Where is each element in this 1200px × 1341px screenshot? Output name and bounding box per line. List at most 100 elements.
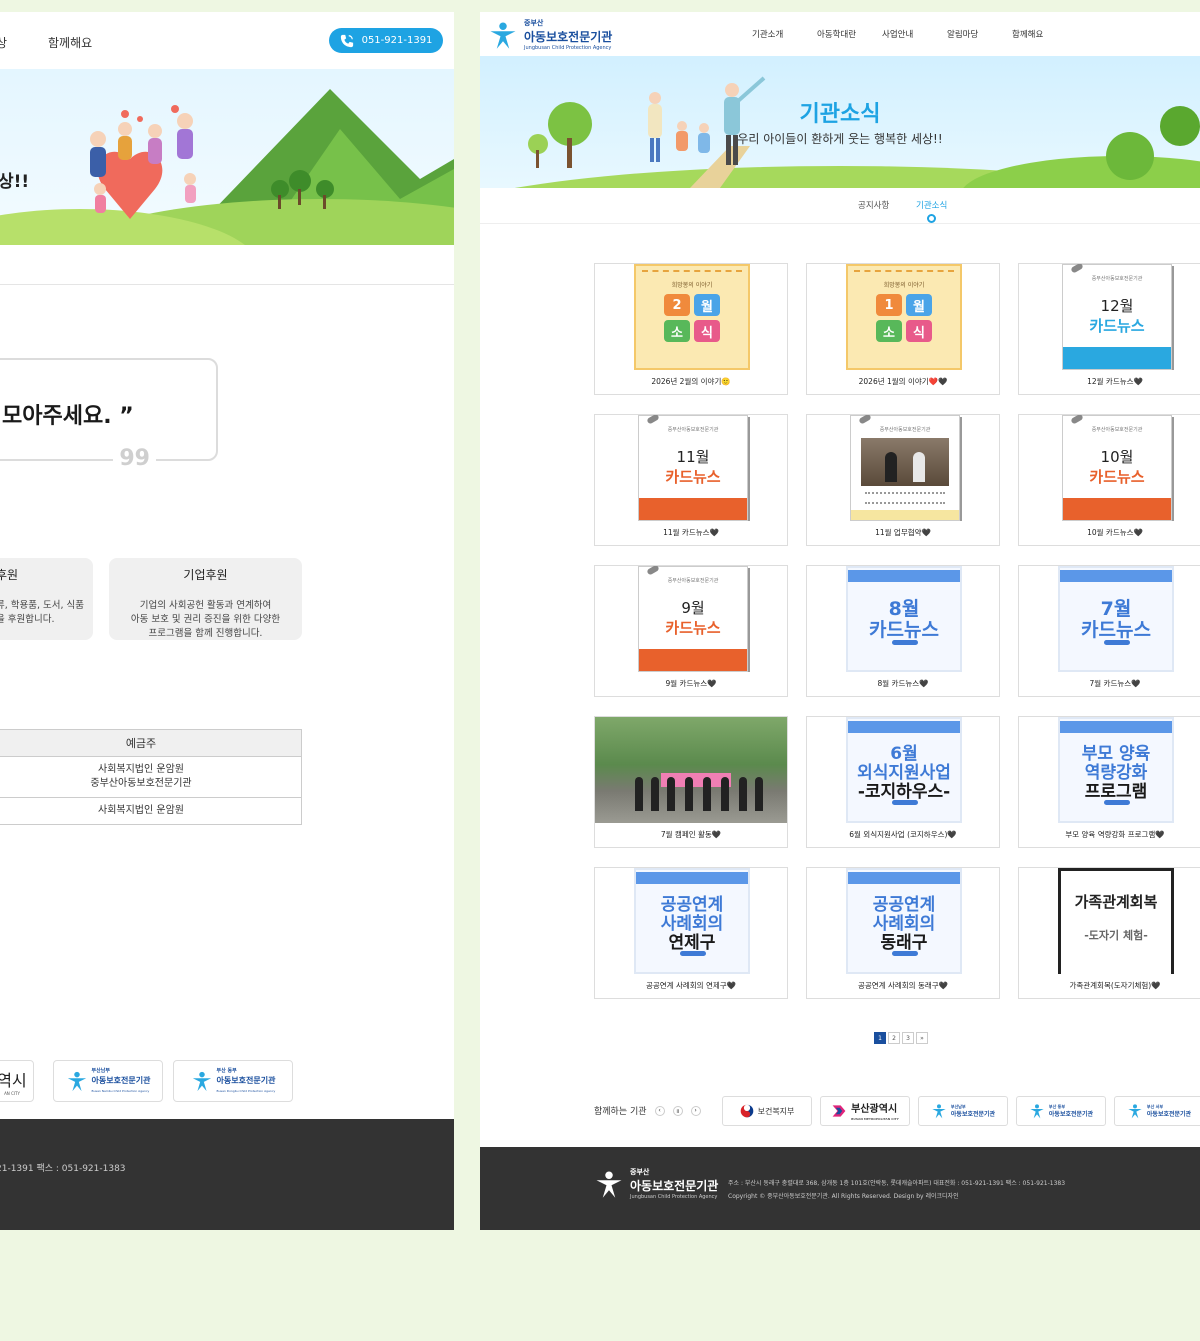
blue-card-image: 부모 양육 역량강화 프로그램 <box>1058 717 1174 823</box>
post-caption: 11월 업무협약🖤 <box>875 528 931 537</box>
left-page-preview: 상 함께해요 051-921-1391 상!! 모아주세요. ” 99 후원 류… <box>0 12 454 1230</box>
thumb-month: 11월 <box>676 448 710 466</box>
partner-main: 아동보호전문기관 <box>91 1076 151 1085</box>
thumb-topbar <box>848 570 960 582</box>
post-caption: 공공연계 사례회의 동래구🖤 <box>857 981 948 990</box>
partner-seobu[interactable]: 부산 서부 아동보호전문기관 <box>1114 1096 1200 1126</box>
post-card[interactable]: 중부산아동보호전문기관 12월 카드뉴스 12월 카드뉴스🖤 <box>1018 263 1200 395</box>
thumb-label: 카드뉴스 <box>1089 317 1145 335</box>
page-1-button[interactable]: 1 <box>874 1032 886 1044</box>
thumb-line: 가족관계회복 <box>1074 893 1158 911</box>
thumb-header: 중부산아동보호전문기관 <box>879 427 931 433</box>
next-page-button[interactable]: » <box>916 1032 928 1044</box>
thumb-tile: 월 <box>694 294 720 316</box>
site-footer: 중부산 아동보호전문기관 Jungbusan Child Protection … <box>480 1147 1200 1230</box>
card-desc: 기업의 사회공헌 활동과 연계하여 아동 보호 및 권리 증진을 위한 다양한 … <box>130 600 281 639</box>
thumb-tile: 식 <box>906 320 932 342</box>
post-thumbnail: 중부산아동보호전문기관 12월 카드뉴스 <box>1019 264 1200 370</box>
post-card[interactable]: 희망봉의 이야기 1 월 소 식 2026년 1월의 이야기❤️🖤 <box>806 263 1000 395</box>
thumb-line: -도자기 체험- <box>1084 929 1148 942</box>
person-figure <box>703 777 711 811</box>
partner-top: 부산 서부 <box>1146 1104 1164 1109</box>
paperclip-icon <box>646 566 660 576</box>
donation-card: 후원 류, 학용품, 도서, 식품 을 후원합니다. <box>0 558 93 640</box>
logo-main: 아동보호전문기관 <box>524 30 613 44</box>
phone-button[interactable]: 051-921-1391 <box>329 28 443 53</box>
thumb-tile: 월 <box>906 294 932 316</box>
post-caption: 7월 캠페인 활동🖤 <box>660 830 722 839</box>
partner-busan-city[interactable]: 역시 AN CITY <box>0 1060 34 1102</box>
post-caption: 6월 외식지원사업 (코지하우스)🖤 <box>849 830 957 839</box>
quote-text: 모아주세요. ” <box>2 404 134 429</box>
person-figure <box>685 777 693 811</box>
menu-item-notices[interactable]: 알림마당 <box>947 28 1012 40</box>
menu-item-child-abuse[interactable]: 아동학대란 <box>817 28 882 40</box>
account-table-row: 사회복지법인 운암원 <box>98 805 184 816</box>
tab-notices[interactable]: 공지사항 <box>858 199 889 211</box>
phone-number: 051-921-1391 <box>361 35 433 46</box>
thumb-header: 희망봉의 이야기 <box>671 282 713 289</box>
post-card[interactable]: 가족관계회복 -도자기 체험- 가족관계회복(도자기체험)🖤 <box>1018 867 1200 999</box>
card-title: 후원 <box>0 568 19 582</box>
partner-nambu[interactable]: 부산남부 아동보호전문기관 <box>918 1096 1008 1126</box>
busan-logo-icon <box>832 1105 846 1117</box>
post-caption: 7월 카드뉴스🖤 <box>1089 679 1141 688</box>
partners-row: 함께하는 기관 ‹ ॥ › 보건복지부 부산광역시 BUSAN METROPOL… <box>594 1096 1200 1134</box>
page-2-button[interactable]: 2 <box>888 1032 900 1044</box>
blue-card-image: 공공연계 사례회의 연제구 <box>634 868 750 974</box>
footer-contact: 21-1391 팩스 : 051-921-1383 <box>0 1164 126 1174</box>
post-card[interactable]: 중부산아동보호전문기관 11월 업무협약🖤 <box>806 414 1000 546</box>
active-tab-indicator <box>927 214 936 223</box>
partner-busan[interactable]: 부산광역시 BUSAN METROPOLITAN CITY <box>820 1096 910 1126</box>
card-news-image: 중부산아동보호전문기관 9월 카드뉴스 <box>638 566 748 672</box>
partner-nambu[interactable]: 부산남부 아동보호전문기관 Busan Nambu Child Protecti… <box>53 1060 163 1102</box>
post-card[interactable]: 중부산아동보호전문기관 11월 카드뉴스 11월 카드뉴스🖤 <box>594 414 788 546</box>
thumb-band <box>1063 347 1171 369</box>
hero-illustration <box>0 89 454 245</box>
pause-partner-button[interactable]: ॥ <box>672 1105 683 1116</box>
campaign-photo <box>595 717 787 823</box>
blue-card-image: 공공연계 사례회의 동래구 <box>846 868 962 974</box>
partner-mohw[interactable]: 보건복지부 <box>722 1096 812 1126</box>
post-card[interactable]: 6월 외식지원사업 -코지하우스- 6월 외식지원사업 (코지하우스)🖤 <box>806 716 1000 848</box>
nav-item-partial[interactable]: 상 <box>0 34 7 51</box>
blue-card-image: 6월 외식지원사업 -코지하우스- <box>846 717 962 823</box>
left-footer: 21-1391 팩스 : 051-921-1383 <box>0 1119 454 1230</box>
post-card[interactable]: 공공연계 사례회의 동래구공공연계 사례회의 동래구🖤 <box>806 867 1000 999</box>
page-3-button[interactable]: 3 <box>902 1032 914 1044</box>
post-caption: 10월 카드뉴스🖤 <box>1087 528 1143 537</box>
post-card[interactable]: 중부산아동보호전문기관 9월 카드뉴스 9월 카드뉴스🖤 <box>594 565 788 697</box>
prev-partner-button[interactable]: ‹ <box>654 1105 665 1116</box>
post-card[interactable]: 7월 캠페인 활동🖤 <box>594 716 788 848</box>
post-card[interactable]: 공공연계 사례회의 연제구 공공연계 사례회의 연제구🖤 <box>594 867 788 999</box>
thumb-tile: 2 <box>664 294 690 316</box>
post-caption: 가족관계회복(도자기체험)🖤 <box>1069 981 1161 990</box>
thumb-pill <box>892 640 918 645</box>
nav-item-together[interactable]: 함께해요 <box>48 34 92 51</box>
footer-address: 주소 : 부산시 동래구 충렬대로 368, 삼개동 1층 101호(안락동, … <box>728 1180 1066 1187</box>
next-partner-button[interactable]: › <box>690 1105 701 1116</box>
post-card[interactable]: 7월 카드뉴스 7월 카드뉴스🖤 <box>1018 565 1200 697</box>
partner-dongbu[interactable]: 부산 동부 아동보호전문기관 Busan Dongbu Child Protec… <box>173 1060 293 1102</box>
thumb-pill <box>1104 800 1130 805</box>
partner-sub: Busan Nambu Child Protection Agency <box>91 1089 150 1093</box>
post-card[interactable]: 중부산아동보호전문기관 10월 카드뉴스 10월 카드뉴스🖤 <box>1018 414 1200 546</box>
menu-item-together[interactable]: 함께해요 <box>1012 28 1077 40</box>
tab-news[interactable]: 기관소식 <box>916 199 947 211</box>
post-caption: 9월 카드뉴스🖤 <box>665 679 717 688</box>
thumb-topbar <box>848 721 960 733</box>
post-thumbnail: 7월 카드뉴스 <box>1019 566 1200 672</box>
site-logo[interactable]: 중부산 아동보호전문기관 Jungbusan Child Protection … <box>488 18 612 51</box>
partner-dongbu[interactable]: 부산 동부 아동보호전문기관 <box>1016 1096 1106 1126</box>
menu-item-about[interactable]: 기관소개 <box>752 28 817 40</box>
thumb-header: 중부산아동보호전문기관 <box>667 578 719 584</box>
partner-name: 보건복지부 <box>757 1106 795 1116</box>
card-title: 기업후원 <box>183 568 228 582</box>
post-card[interactable]: 8월 카드뉴스 8월 카드뉴스🖤 <box>806 565 1000 697</box>
thumb-pill <box>892 800 918 805</box>
post-card[interactable]: 희망봉의 이야기 2 월 소 식 2026년 2월의 이야기🙂 <box>594 263 788 395</box>
footer-copyright: Copyright © 중부산아동보호전문기관. All Rights Rese… <box>728 1193 959 1200</box>
post-card[interactable]: 부모 양육 역량강화 프로그램 부모 양육 역량강화 프로그램🖤 <box>1018 716 1200 848</box>
footer-logo: 중부산 아동보호전문기관 Jungbusan Child Protection … <box>594 1167 718 1200</box>
menu-item-programs[interactable]: 사업안내 <box>882 28 947 40</box>
